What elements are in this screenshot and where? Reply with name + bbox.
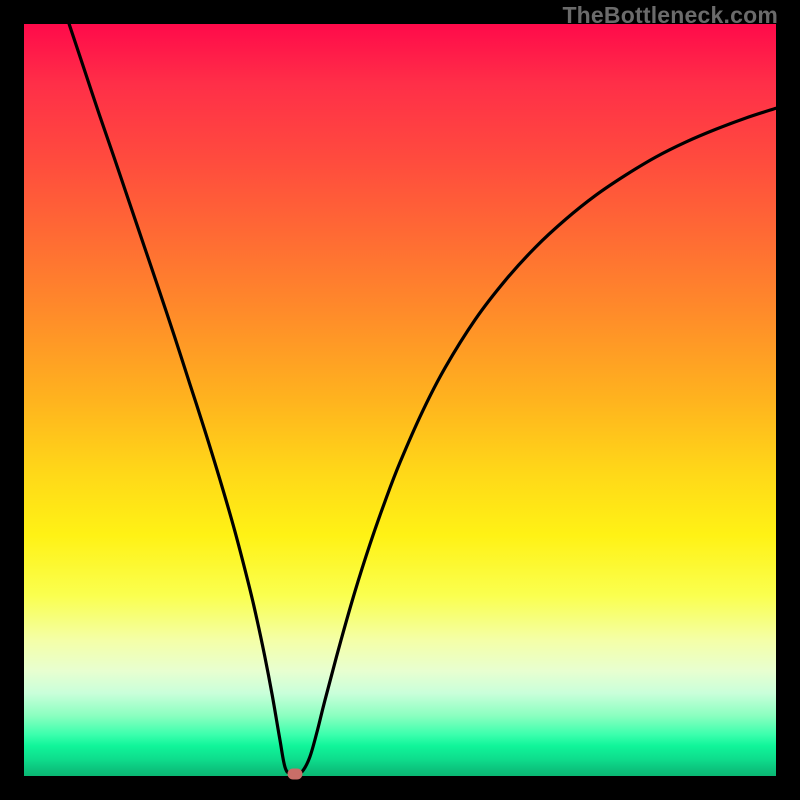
bottleneck-curve [69,24,776,774]
chart-curve-svg [24,24,776,776]
watermark-text: TheBottleneck.com [562,2,778,29]
optimum-marker [287,768,302,779]
chart-plot-area [24,24,776,776]
